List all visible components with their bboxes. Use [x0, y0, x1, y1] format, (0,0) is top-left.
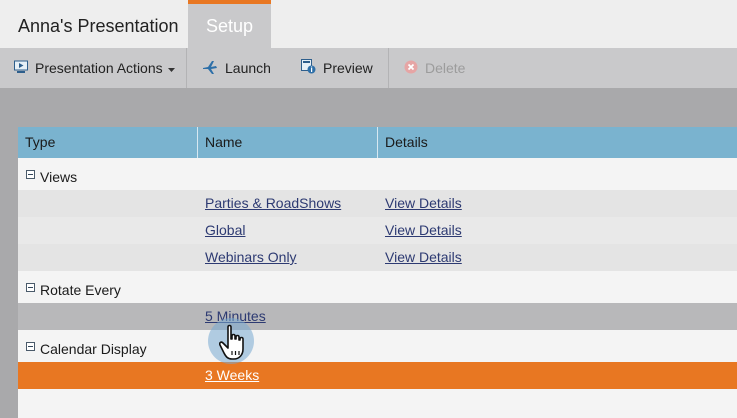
- tab-bar: Anna's Presentation Setup: [0, 0, 737, 48]
- preview-button[interactable]: Preview: [301, 48, 373, 88]
- table-row[interactable]: 5 Minutes: [18, 303, 737, 330]
- table-row[interactable]: Global View Details: [18, 217, 737, 244]
- group-rotate-every: Rotate Every: [18, 271, 737, 303]
- tab-presentation-title[interactable]: Anna's Presentation: [0, 0, 179, 48]
- table-header: Type Name Details: [18, 127, 737, 158]
- view-name-link[interactable]: Global: [205, 217, 245, 244]
- view-name-link[interactable]: Webinars Only: [205, 244, 297, 271]
- view-name-link[interactable]: Parties & RoadShows: [205, 190, 341, 217]
- view-details-link[interactable]: View Details: [385, 244, 462, 271]
- preview-icon: [301, 59, 316, 77]
- launch-label: Launch: [225, 60, 271, 76]
- group-calendar-display: Calendar Display: [18, 330, 737, 362]
- launch-button[interactable]: Launch: [202, 48, 271, 88]
- airplane-icon: [202, 59, 218, 78]
- group-views: Views: [18, 158, 737, 190]
- toolbar-divider: [388, 48, 389, 88]
- presentation-actions-label: Presentation Actions: [35, 60, 163, 76]
- chevron-down-icon: [167, 60, 175, 76]
- collapse-icon[interactable]: [26, 283, 35, 292]
- view-details-link[interactable]: View Details: [385, 190, 462, 217]
- view-details-link[interactable]: View Details: [385, 217, 462, 244]
- app-window: Anna's Presentation Setup Presentation A…: [0, 0, 737, 418]
- delete-icon: [404, 60, 418, 77]
- toolbar-divider: [186, 48, 187, 88]
- table-row-selected[interactable]: 3 Weeks: [18, 362, 737, 389]
- tab-setup[interactable]: Setup: [188, 0, 271, 48]
- delete-button[interactable]: Delete: [404, 48, 465, 88]
- collapse-icon[interactable]: [26, 342, 35, 351]
- column-header-details: Details: [385, 134, 428, 150]
- table-row[interactable]: Parties & RoadShows View Details: [18, 190, 737, 217]
- presentation-actions-button[interactable]: Presentation Actions: [14, 48, 175, 88]
- toolbar: Presentation Actions Launch Preview Dele…: [0, 48, 737, 88]
- hand-pointer-icon: [218, 324, 253, 367]
- column-header-type: Type: [25, 134, 56, 150]
- delete-label: Delete: [425, 60, 466, 76]
- presentation-setup-table: Type Name Details Views Parties & RoadSh…: [18, 127, 737, 418]
- column-header-name: Name: [205, 134, 243, 150]
- collapse-icon[interactable]: [26, 170, 35, 179]
- preview-label: Preview: [323, 60, 373, 76]
- presentation-icon: [14, 60, 28, 77]
- table-row[interactable]: Webinars Only View Details: [18, 244, 737, 271]
